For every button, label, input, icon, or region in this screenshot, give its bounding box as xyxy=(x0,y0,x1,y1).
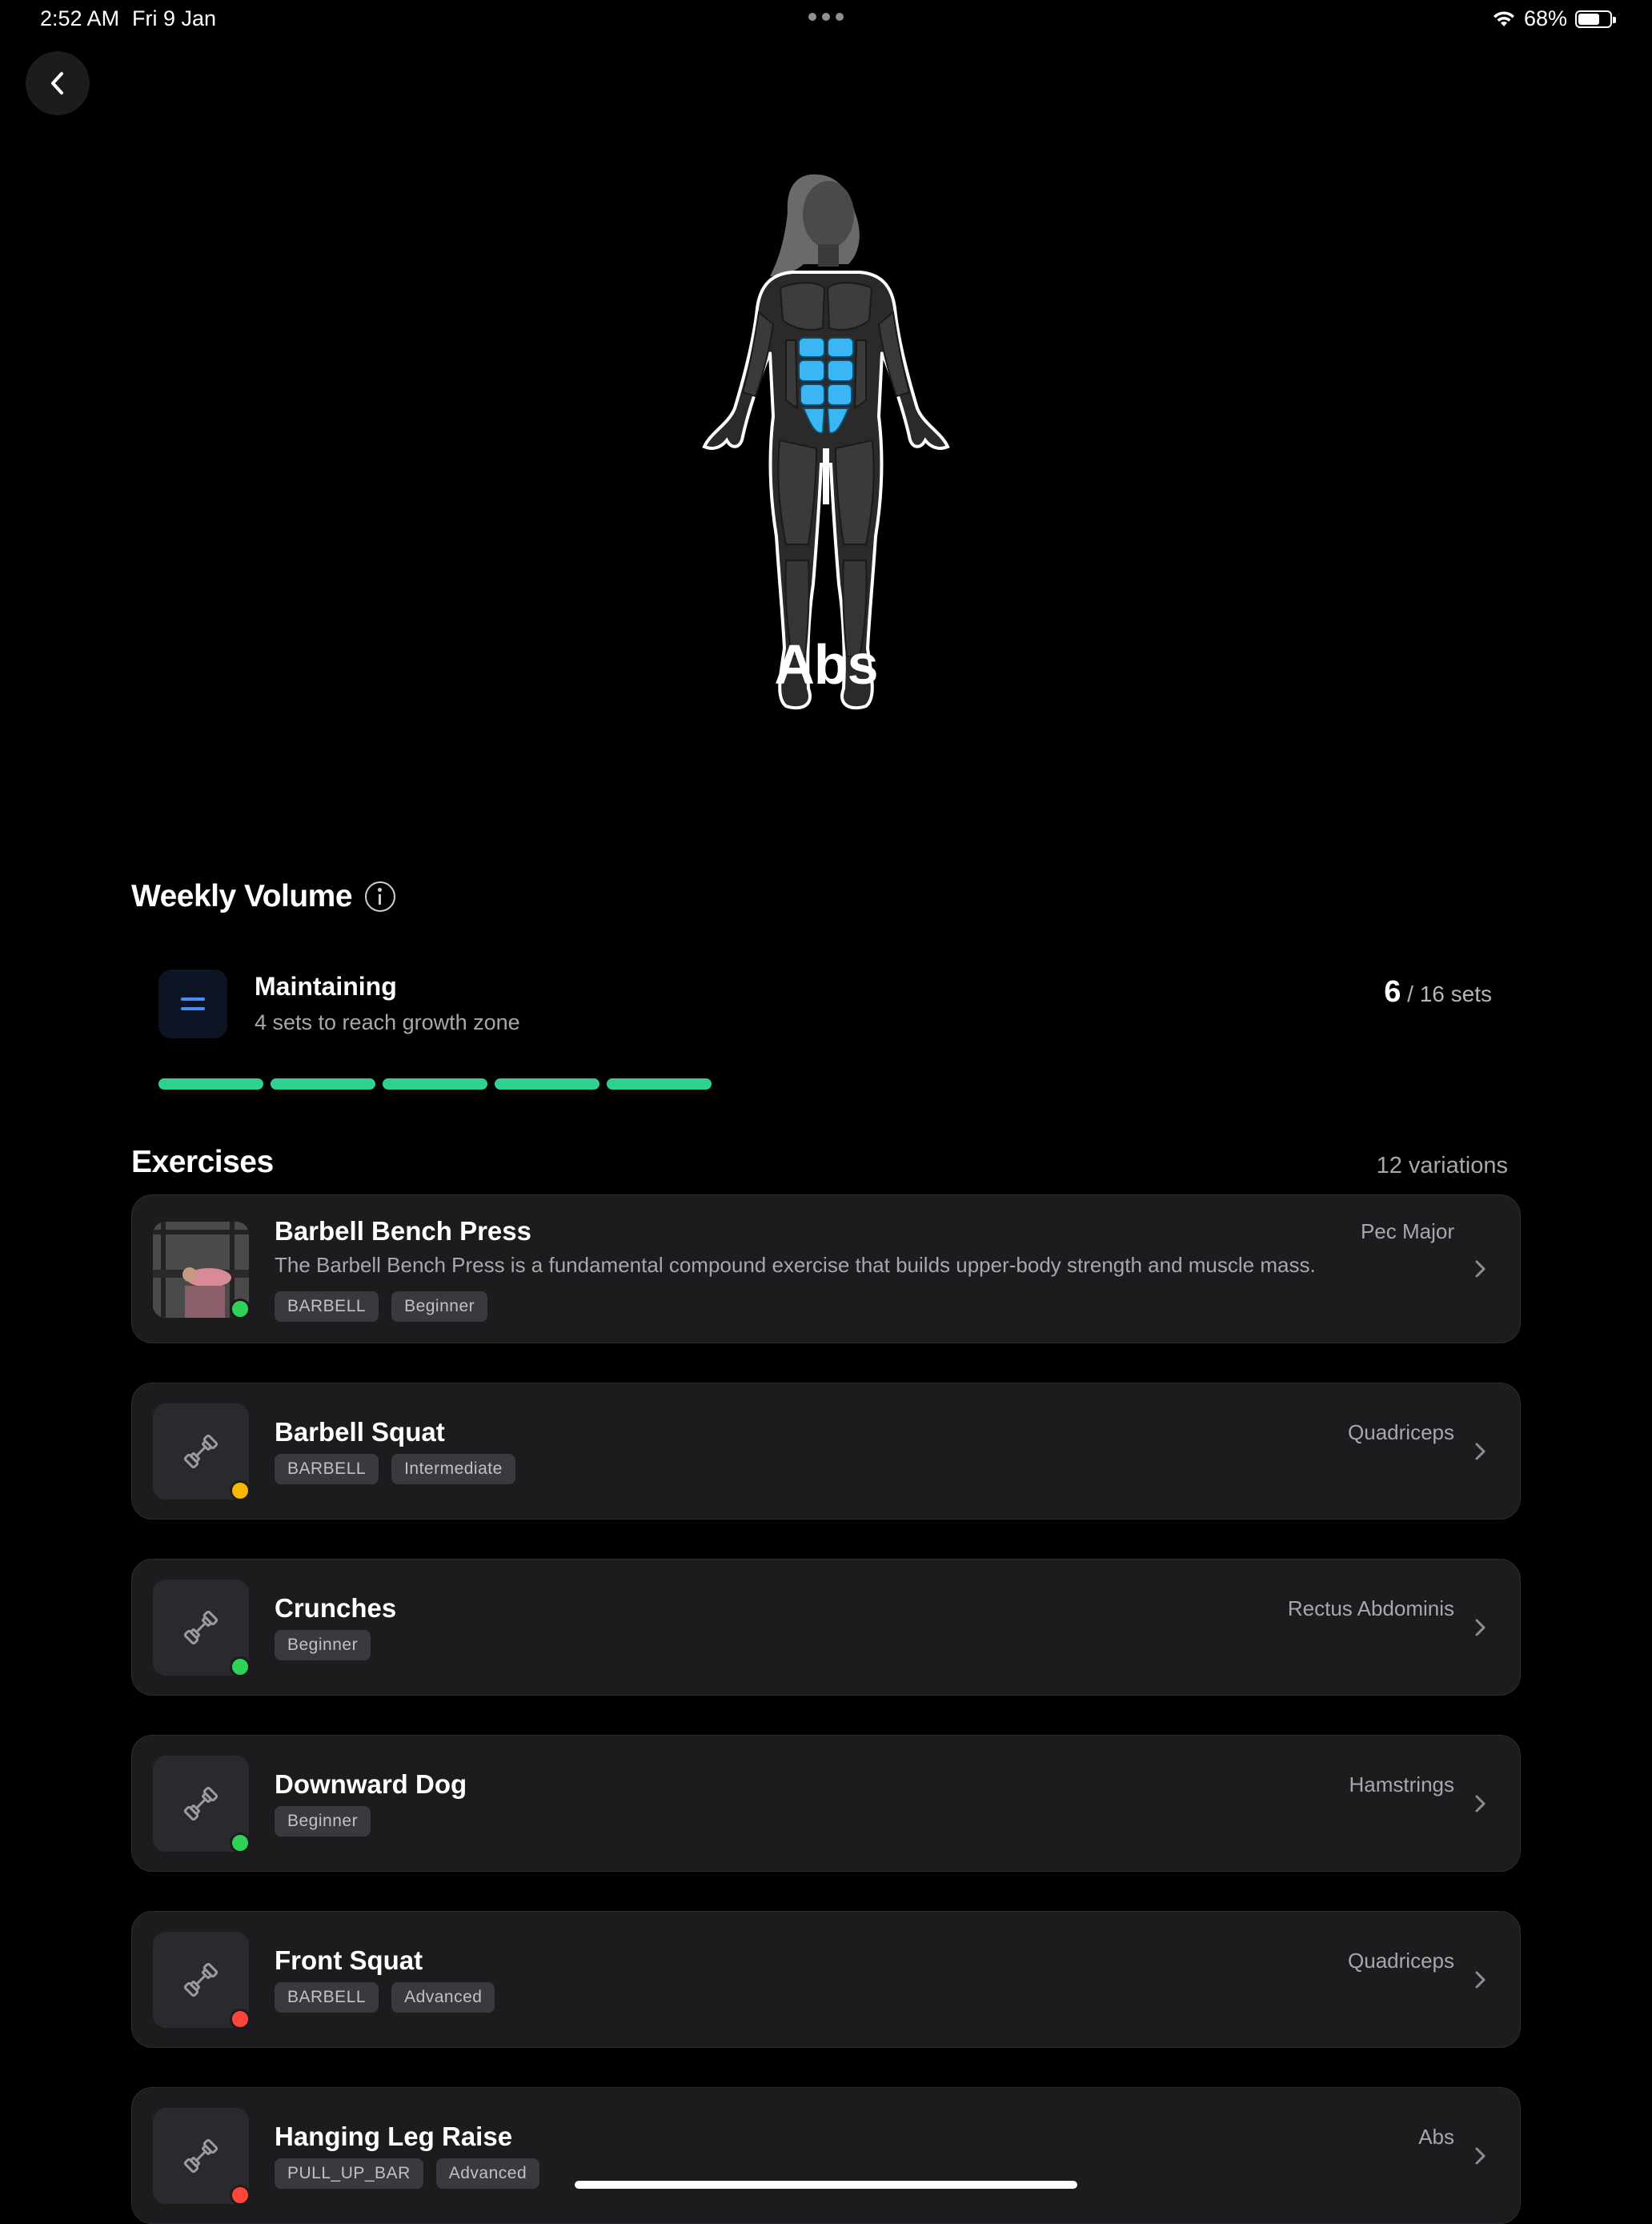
exercise-card-hanging-leg-raise[interactable]: Hanging Leg Raise PULL_UP_BAR Advanced A… xyxy=(131,2087,1521,2224)
equipment-tag: BARBELL xyxy=(275,1982,379,2013)
progress-segment xyxy=(158,1078,263,1090)
level-tag: Beginner xyxy=(275,1630,371,1660)
difficulty-dot xyxy=(230,1833,251,1853)
chevron-left-icon xyxy=(51,72,63,94)
status-right: 68% xyxy=(1492,6,1616,31)
volume-progress-bar xyxy=(158,1078,712,1090)
exercise-card-barbell-bench-press[interactable]: Barbell Bench Press The Barbell Bench Pr… xyxy=(131,1194,1521,1343)
target-muscle: Quadriceps xyxy=(1348,1949,1454,1973)
dumbbell-icon xyxy=(183,1434,219,1469)
progress-segment xyxy=(383,1078,487,1090)
chevron-right-icon xyxy=(1475,1260,1486,1278)
level-tag: Advanced xyxy=(391,1982,495,2013)
volume-target: / 16 sets xyxy=(1407,982,1492,1006)
difficulty-dot xyxy=(230,1480,251,1501)
dumbbell-icon xyxy=(183,1610,219,1645)
target-muscle: Pec Major xyxy=(1360,1219,1454,1243)
difficulty-dot xyxy=(230,1656,251,1677)
level-tag: Beginner xyxy=(391,1291,488,1322)
equipment-tag: PULL_UP_BAR xyxy=(275,2158,423,2189)
progress-segment xyxy=(495,1078,599,1090)
volume-current: 6 xyxy=(1384,975,1401,1009)
level-tag: Intermediate xyxy=(391,1454,515,1484)
target-muscle: Quadriceps xyxy=(1348,1420,1454,1444)
level-tag: Beginner xyxy=(275,1806,371,1837)
exercise-card-barbell-squat[interactable]: Barbell Squat BARBELL Intermediate Quadr… xyxy=(131,1383,1521,1519)
variations-count: 12 variations xyxy=(1376,1153,1508,1178)
wifi-icon xyxy=(1493,10,1514,26)
volume-count: 6 / 16 sets xyxy=(1384,975,1492,1010)
difficulty-dot xyxy=(230,2185,251,2206)
battery-percent: 68% xyxy=(1523,6,1567,30)
exercise-card-downward-dog[interactable]: Downward Dog Beginner Hamstrings xyxy=(131,1735,1521,1872)
exercise-name: Front Squat xyxy=(275,1945,423,1975)
exercise-description: The Barbell Bench Press is a fundamental… xyxy=(275,1253,1316,1277)
progress-segment xyxy=(607,1078,712,1090)
exercises-title: Exercises xyxy=(131,1145,274,1179)
chevron-right-icon xyxy=(1475,2147,1486,2165)
chevron-right-icon xyxy=(1475,1971,1486,1989)
back-button[interactable] xyxy=(26,51,90,115)
dumbbell-icon xyxy=(183,1786,219,1821)
dumbbell-icon xyxy=(183,2138,219,2174)
equals-icon xyxy=(158,969,227,1038)
info-icon[interactable] xyxy=(365,881,395,912)
equipment-tag: BARBELL xyxy=(275,1454,379,1484)
chevron-right-icon xyxy=(1475,1619,1486,1636)
status-time: 2:52 AM xyxy=(40,6,120,30)
target-muscle: Hamstrings xyxy=(1349,1772,1454,1796)
exercise-card-front-squat[interactable]: Front Squat BARBELL Advanced Quadriceps xyxy=(131,1911,1521,2048)
target-muscle: Rectus Abdominis xyxy=(1287,1596,1454,1620)
exercise-name: Hanging Leg Raise xyxy=(275,2122,513,2151)
target-muscle: Abs xyxy=(1418,2125,1454,2149)
dumbbell-icon xyxy=(183,1962,219,1997)
difficulty-dot xyxy=(230,1299,251,1319)
battery-icon xyxy=(1575,10,1616,28)
level-tag: Advanced xyxy=(435,2158,540,2189)
exercise-name: Crunches xyxy=(275,1593,397,1623)
equipment-tag: BARBELL xyxy=(275,1291,379,1322)
home-indicator[interactable] xyxy=(575,2181,1077,2189)
difficulty-dot xyxy=(230,2009,251,2029)
exercise-name: Downward Dog xyxy=(275,1769,467,1799)
chevron-right-icon xyxy=(1475,1443,1486,1460)
muscle-title: Abs xyxy=(774,633,878,696)
volume-status: Maintaining xyxy=(255,972,397,1001)
chevron-right-icon xyxy=(1475,1795,1486,1813)
volume-subtitle: 4 sets to reach growth zone xyxy=(255,1010,520,1034)
status-bar: 2:52 AM Fri 9 Jan 68% xyxy=(0,0,1652,38)
multitasking-dots-icon[interactable] xyxy=(808,13,844,21)
exercise-card-crunches[interactable]: Crunches Beginner Rectus Abdominis xyxy=(131,1559,1521,1696)
status-date: Fri 9 Jan xyxy=(132,6,217,30)
progress-segment xyxy=(271,1078,375,1090)
exercise-name: Barbell Squat xyxy=(275,1417,445,1447)
exercise-name: Barbell Bench Press xyxy=(275,1216,531,1246)
weekly-volume-title: Weekly Volume xyxy=(131,879,353,913)
